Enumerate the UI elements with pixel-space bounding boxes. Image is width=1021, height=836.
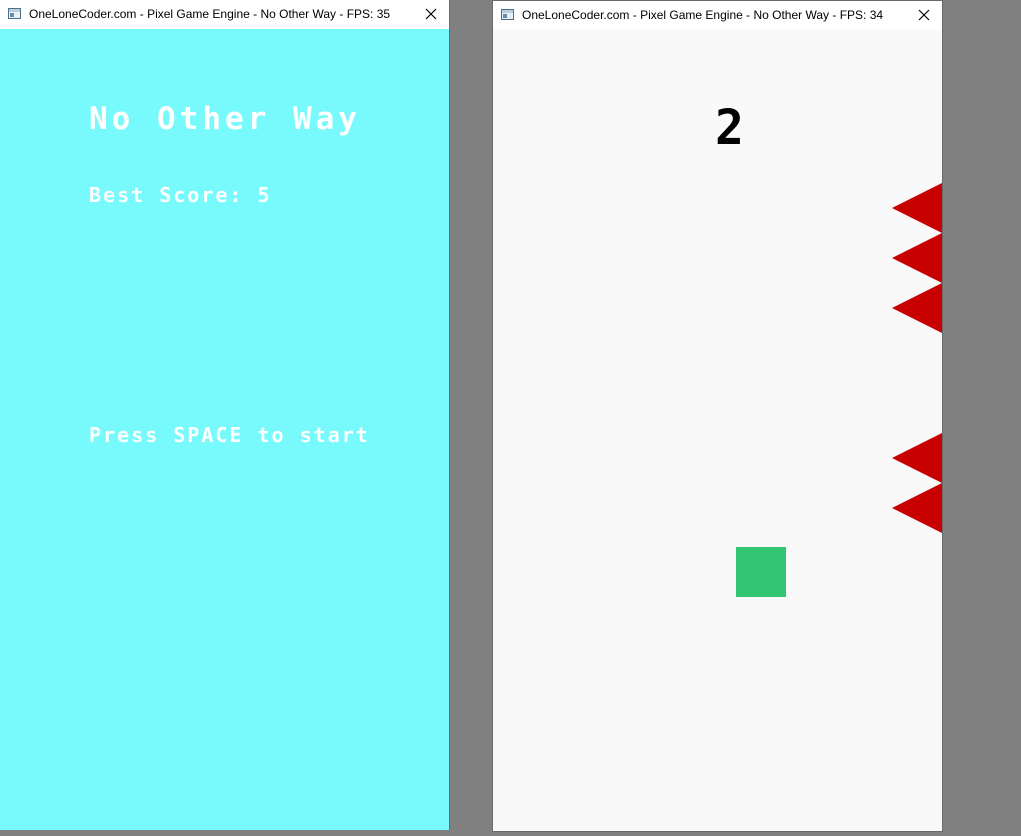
gameplay-window: OneLoneCoder.com - Pixel Game Engine - N… — [492, 0, 943, 832]
title-bar[interactable]: OneLoneCoder.com - Pixel Game Engine - N… — [493, 1, 942, 30]
gameplay-canvas[interactable]: 2 — [493, 30, 942, 831]
best-score: Best Score: 5 — [89, 183, 272, 207]
spike — [892, 183, 942, 233]
title-screen-canvas[interactable]: No Other Way Best Score: 5 Press SPACE t… — [0, 29, 449, 830]
app-window-icon — [501, 9, 514, 20]
start-prompt: Press SPACE to start — [89, 423, 370, 447]
spike — [892, 283, 942, 333]
title-screen-window: OneLoneCoder.com - Pixel Game Engine - N… — [0, 0, 450, 830]
spike — [892, 233, 942, 283]
window-title: OneLoneCoder.com - Pixel Game Engine - N… — [29, 7, 391, 21]
spike — [892, 433, 942, 483]
spike — [892, 483, 942, 533]
close-icon[interactable] — [916, 7, 932, 23]
window-title: OneLoneCoder.com - Pixel Game Engine - N… — [522, 8, 884, 22]
game-title: No Other Way — [89, 101, 361, 137]
title-bar[interactable]: OneLoneCoder.com - Pixel Game Engine - N… — [0, 0, 449, 29]
close-icon[interactable] — [423, 6, 439, 22]
player-block — [736, 547, 786, 597]
score-counter: 2 — [715, 100, 745, 156]
app-window-icon — [8, 8, 21, 19]
right-wall-spikes — [892, 183, 942, 533]
